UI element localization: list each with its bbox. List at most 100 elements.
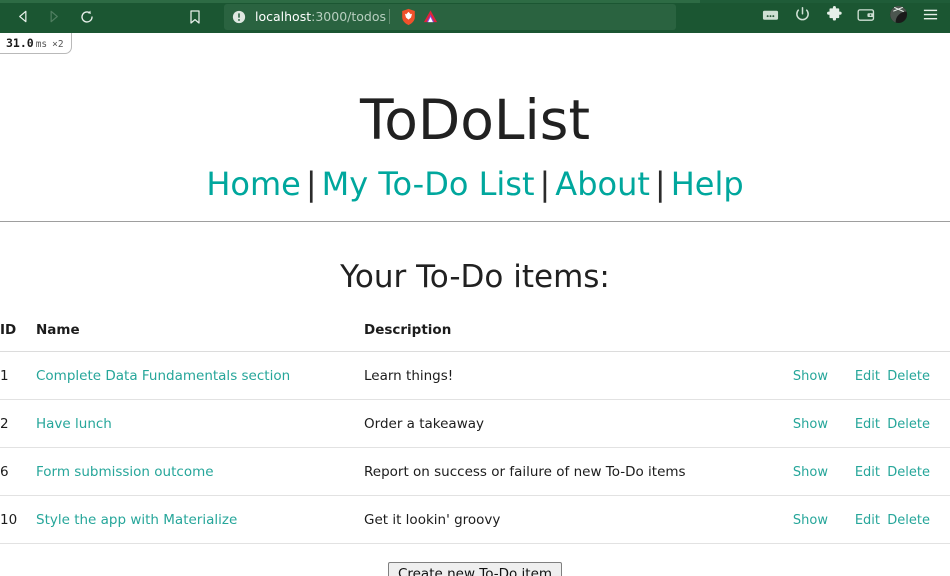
nav-separator: | — [305, 164, 317, 203]
table-row: 1 Complete Data Fundamentals section Lea… — [0, 351, 950, 401]
tab-strip-edge-right — [700, 0, 950, 3]
cell-edit: Edit — [828, 447, 880, 497]
cell-show: Show — [764, 447, 828, 497]
cell-description: Learn things! — [364, 351, 764, 401]
address-bar-text: localhost:3000/todos — [255, 9, 386, 24]
cell-delete: Delete — [880, 495, 950, 545]
delete-link[interactable]: Delete — [887, 465, 930, 480]
table-body: 1 Complete Data Fundamentals section Lea… — [0, 351, 950, 545]
page-content: ToDoList Home | My To-Do List | About | Help Y… — [0, 33, 950, 576]
forward-arrow-icon — [46, 9, 61, 24]
edit-link[interactable]: Edit — [855, 417, 880, 432]
profile-avatar-button[interactable] — [884, 3, 912, 31]
nav-link-help[interactable]: Help — [671, 165, 744, 203]
table-header: ID Name Description — [0, 322, 950, 353]
column-header-description: Description — [364, 322, 764, 353]
main-navigation: Home | My To-Do List | About | Help — [0, 164, 950, 203]
browser-toolbar-right — [756, 3, 950, 31]
browser-toolbar: localhost:3000/todos — [0, 0, 950, 33]
address-bar-extensions — [386, 4, 445, 30]
cell-delete: Delete — [880, 399, 950, 449]
todo-item-link[interactable]: Style the app with Materialize — [36, 512, 237, 528]
page-title: ToDoList — [359, 88, 591, 152]
section-heading: Your To-Do items: — [340, 258, 610, 295]
create-button-container: Create new To-Do item — [0, 562, 950, 576]
cell-edit: Edit — [828, 351, 880, 401]
show-link[interactable]: Show — [793, 417, 828, 432]
table-row: 6 Form submission outcome Report on succ… — [0, 447, 950, 497]
show-link[interactable]: Show — [793, 465, 828, 480]
tab-strip-edge — [0, 0, 700, 3]
wallet-button[interactable] — [852, 3, 880, 31]
cell-delete: Delete — [880, 351, 950, 401]
perf-unit: ms — [35, 39, 48, 50]
extensions-divider — [389, 9, 391, 24]
cell-name: Style the app with Materialize — [36, 495, 364, 545]
triangle-extension-icon[interactable] — [419, 6, 441, 28]
nav-separator: | — [539, 164, 551, 203]
reload-icon — [79, 9, 95, 25]
reload-button[interactable] — [72, 2, 102, 32]
bookmark-button[interactable] — [180, 2, 210, 32]
column-header-show — [764, 322, 828, 353]
column-header-id: ID — [0, 322, 36, 353]
cell-name: Complete Data Fundamentals section — [36, 351, 364, 401]
bookmark-icon — [188, 9, 202, 25]
cell-id: 1 — [0, 351, 36, 401]
delete-link[interactable]: Delete — [887, 513, 930, 528]
cell-name: Have lunch — [36, 399, 364, 449]
cell-edit: Edit — [828, 495, 880, 545]
todo-item-link[interactable]: Form submission outcome — [36, 464, 214, 480]
column-header-name: Name — [36, 322, 364, 353]
edit-link[interactable]: Edit — [855, 513, 880, 528]
more-tools-button[interactable] — [756, 3, 784, 31]
delete-link[interactable]: Delete — [887, 417, 930, 432]
main-menu-button[interactable] — [916, 3, 944, 31]
cell-delete: Delete — [880, 447, 950, 497]
more-tools-icon — [762, 7, 779, 26]
nav-link-about[interactable]: About — [555, 165, 650, 203]
back-button[interactable] — [8, 2, 38, 32]
column-header-delete — [880, 322, 950, 353]
cell-description: Order a takeaway — [364, 399, 764, 449]
address-bar[interactable]: localhost:3000/todos — [224, 3, 676, 30]
cell-description: Get it lookin' groovy — [364, 495, 764, 545]
power-button[interactable] — [788, 3, 816, 31]
forward-button[interactable] — [38, 2, 68, 32]
cell-id: 2 — [0, 399, 36, 449]
table-header-row: ID Name Description — [0, 322, 950, 353]
profile-avatar-icon — [889, 5, 908, 28]
show-link[interactable]: Show — [793, 369, 828, 384]
table-row: 2 Have lunch Order a takeaway Show Edit … — [0, 399, 950, 449]
nav-link-my-todo-list[interactable]: My To-Do List — [322, 165, 535, 203]
edit-link[interactable]: Edit — [855, 465, 880, 480]
cell-name: Form submission outcome — [36, 447, 364, 497]
extensions-button[interactable] — [820, 3, 848, 31]
todo-item-link[interactable]: Complete Data Fundamentals section — [36, 368, 290, 384]
cell-description: Report on success or failure of new To-D… — [364, 447, 764, 497]
todo-item-link[interactable]: Have lunch — [36, 416, 112, 432]
cell-id: 10 — [0, 495, 36, 545]
cell-show: Show — [764, 351, 828, 401]
power-icon — [794, 6, 811, 27]
url-host: localhost — [255, 9, 312, 24]
nav-link-home[interactable]: Home — [206, 165, 301, 203]
hamburger-menu-icon — [922, 7, 939, 26]
not-secure-info-icon[interactable] — [232, 10, 246, 24]
brave-shields-icon[interactable] — [397, 6, 419, 28]
edit-link[interactable]: Edit — [855, 369, 880, 384]
cell-show: Show — [764, 399, 828, 449]
create-new-todo-button[interactable]: Create new To-Do item — [387, 562, 563, 576]
perf-value: 31.0 — [6, 36, 34, 50]
cell-edit: Edit — [828, 399, 880, 449]
perf-count: ×2 — [52, 39, 64, 50]
url-path: :3000/todos — [311, 9, 387, 24]
cell-id: 6 — [0, 447, 36, 497]
extensions-puzzle-icon — [826, 6, 843, 27]
wallet-icon — [857, 7, 875, 27]
show-link[interactable]: Show — [793, 513, 828, 528]
table-row: 10 Style the app with Materialize Get it… — [0, 495, 950, 545]
nav-separator: | — [654, 164, 666, 203]
delete-link[interactable]: Delete — [887, 369, 930, 384]
dev-performance-badge[interactable]: 31.0 ms ×2 — [0, 33, 72, 54]
